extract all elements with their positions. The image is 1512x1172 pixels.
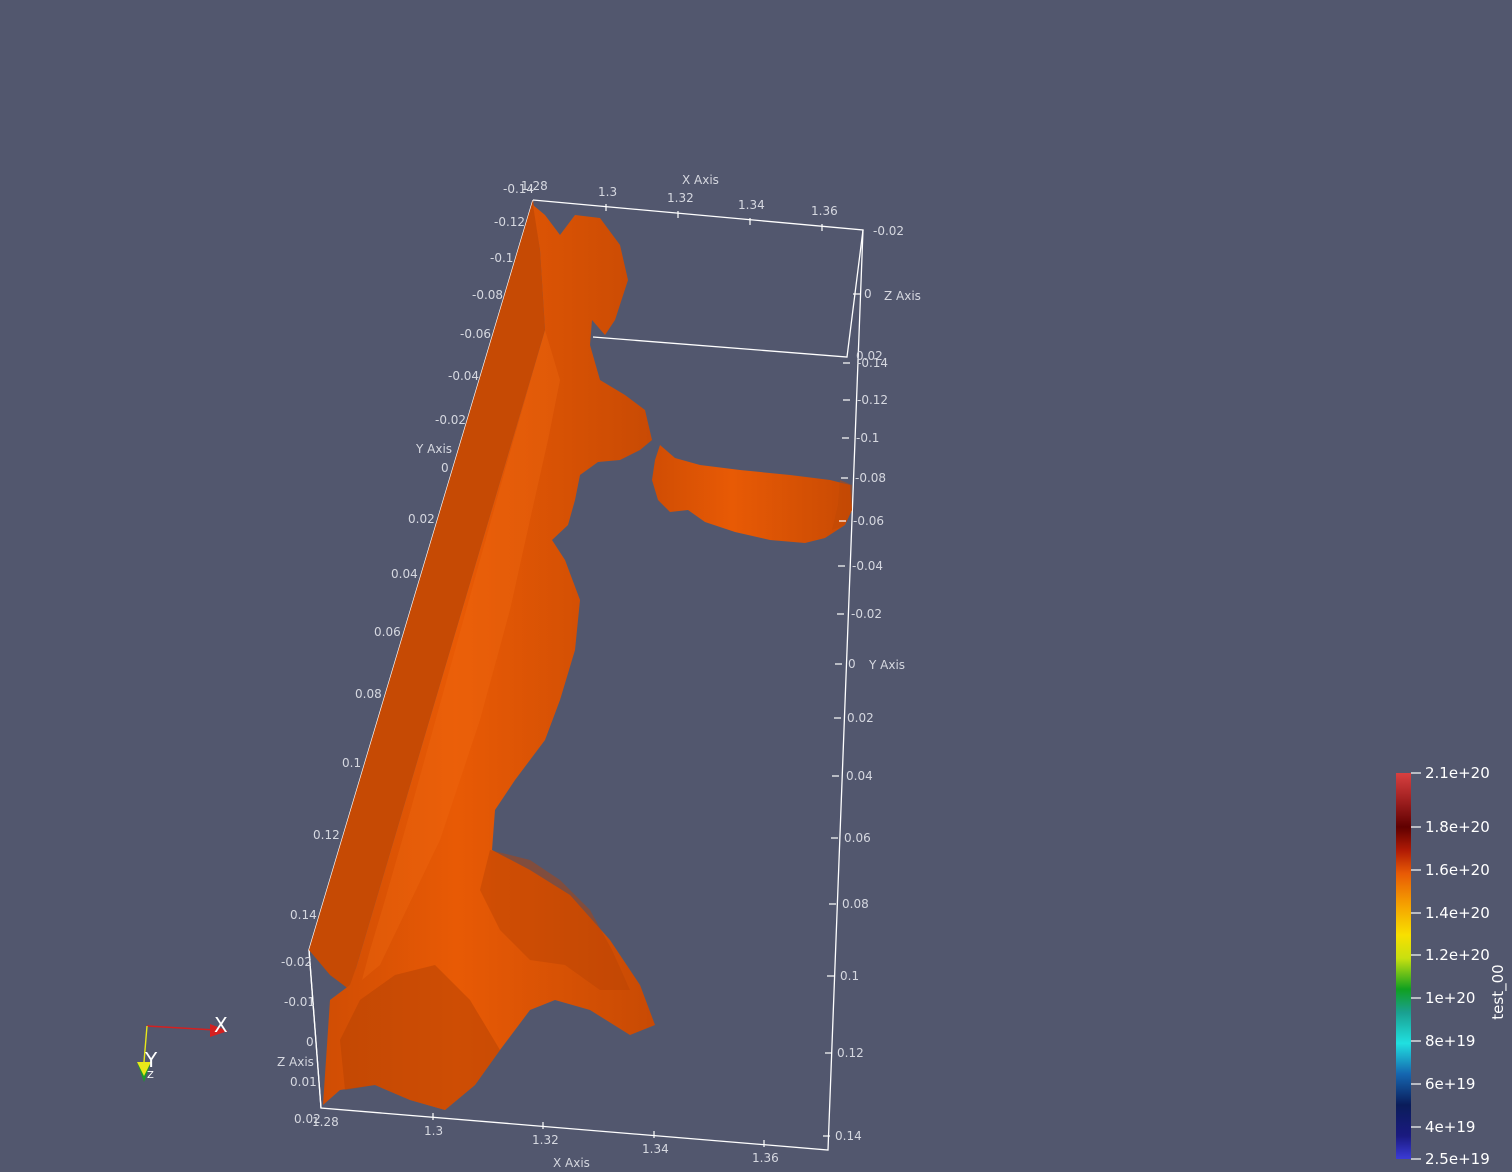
z-tick-left: 0.02 <box>294 1112 321 1126</box>
x-tick-top: 1.3 <box>598 185 617 199</box>
y-tick-left: 0.02 <box>408 512 435 526</box>
y-tick-right: 0.06 <box>844 831 871 845</box>
z-tick-right: -0.02 <box>873 224 904 238</box>
x-axis-title-bottom: X Axis <box>553 1156 590 1170</box>
z-tick-left: 0.01 <box>290 1075 317 1089</box>
render-viewport[interactable]: X Axis 1.28 1.3 1.32 1.34 1.36 X Axis 1.… <box>0 0 1512 1172</box>
y-tick-left: 0.14 <box>290 908 317 922</box>
y-tick-left: 0.1 <box>342 756 361 770</box>
x-tick-top: 1.36 <box>811 204 838 218</box>
color-legend-label: 6e+19 <box>1425 1075 1475 1093</box>
y-tick-right: 0.04 <box>846 769 873 783</box>
z-axis-left: Z Axis -0.02 -0.01 0 0.01 0.02 <box>277 955 321 1126</box>
y-tick-right: 0.08 <box>842 897 869 911</box>
color-legend[interactable]: test_00 2.1e+20 1.8e+20 1.6e+20 1.4e+20 … <box>1396 764 1508 1168</box>
y-tick-left: 0.06 <box>374 625 401 639</box>
color-legend-label: 8e+19 <box>1425 1032 1475 1050</box>
orientation-z-label: Z <box>147 1070 154 1081</box>
z-tick-left: -0.02 <box>281 955 312 969</box>
color-legend-label: 1.2e+20 <box>1425 946 1490 964</box>
y-tick-right: -0.08 <box>855 471 886 485</box>
color-legend-ticks <box>1411 772 1421 1160</box>
x-tick-bottom: 1.32 <box>532 1133 559 1147</box>
y-tick-left: -0.12 <box>494 215 525 229</box>
y-tick-left: 0.04 <box>391 567 418 581</box>
y-tick-right: 0.1 <box>840 969 859 983</box>
color-legend-label: 1.6e+20 <box>1425 861 1490 879</box>
y-tick-left: 0.12 <box>313 828 340 842</box>
x-axis-title-top: X Axis <box>682 173 719 187</box>
y-tick-right: 0.02 <box>847 711 874 725</box>
x-axis-bottom: X Axis 1.28 1.3 1.32 1.34 1.36 <box>312 1113 779 1170</box>
y-tick-left: 0 <box>441 461 449 475</box>
x-tick-bottom: 1.36 <box>752 1151 779 1165</box>
color-legend-label: 2.5e+19 <box>1425 1150 1490 1168</box>
color-legend-label: 4e+19 <box>1425 1118 1475 1136</box>
isosurface <box>309 200 852 1110</box>
z-tick-left: 0 <box>306 1035 314 1049</box>
color-legend-label: 1.8e+20 <box>1425 818 1490 836</box>
orientation-axes-widget[interactable]: X Y Z <box>137 1013 228 1082</box>
y-tick-left: -0.14 <box>503 182 534 196</box>
x-tick-top: 1.32 <box>667 191 694 205</box>
z-tick-left: -0.01 <box>284 995 315 1009</box>
z-axis-right: Z Axis -0.02 0 0.02 <box>853 224 921 363</box>
y-tick-right: 0.14 <box>835 1129 862 1143</box>
y-tick-right: -0.1 <box>856 431 879 445</box>
x-tick-bottom: 1.3 <box>424 1124 443 1138</box>
y-tick-left: -0.1 <box>490 251 513 265</box>
x-tick-top: 1.34 <box>738 198 765 212</box>
x-tick-bottom: 1.34 <box>642 1142 669 1156</box>
orientation-y-label: Y <box>144 1048 158 1072</box>
color-legend-title: test_00 <box>1489 964 1508 1019</box>
z-tick-right: 0.02 <box>856 349 883 363</box>
color-legend-label: 1e+20 <box>1425 989 1475 1007</box>
z-tick-right: 0 <box>864 287 872 301</box>
y-tick-right: 0.12 <box>837 1046 864 1060</box>
y-tick-right: -0.06 <box>853 514 884 528</box>
z-axis-title-left: Z Axis <box>277 1055 314 1069</box>
y-tick-left: -0.04 <box>448 369 479 383</box>
color-legend-label: 1.4e+20 <box>1425 904 1490 922</box>
y-tick-left: -0.08 <box>472 288 503 302</box>
x-axis-top: X Axis 1.28 1.3 1.32 1.34 1.36 <box>521 173 838 231</box>
y-tick-left: -0.06 <box>460 327 491 341</box>
y-tick-right: 0 <box>848 657 856 671</box>
y-tick-right: -0.02 <box>851 607 882 621</box>
z-axis-title-right: Z Axis <box>884 289 921 303</box>
color-legend-bar <box>1396 773 1411 1159</box>
y-tick-left: 0.08 <box>355 687 382 701</box>
y-axis-right: Y Axis -0.14 -0.12 -0.1 -0.08 -0.06 -0.0… <box>823 356 905 1143</box>
color-legend-label: 2.1e+20 <box>1425 764 1490 782</box>
y-axis-title-right: Y Axis <box>868 658 905 672</box>
y-tick-left: -0.02 <box>435 413 466 427</box>
y-axis-title-left: Y Axis <box>415 442 452 456</box>
orientation-x-axis <box>146 1025 216 1031</box>
y-tick-right: -0.12 <box>857 393 888 407</box>
y-tick-right: -0.04 <box>852 559 883 573</box>
orientation-x-label: X <box>214 1013 228 1037</box>
